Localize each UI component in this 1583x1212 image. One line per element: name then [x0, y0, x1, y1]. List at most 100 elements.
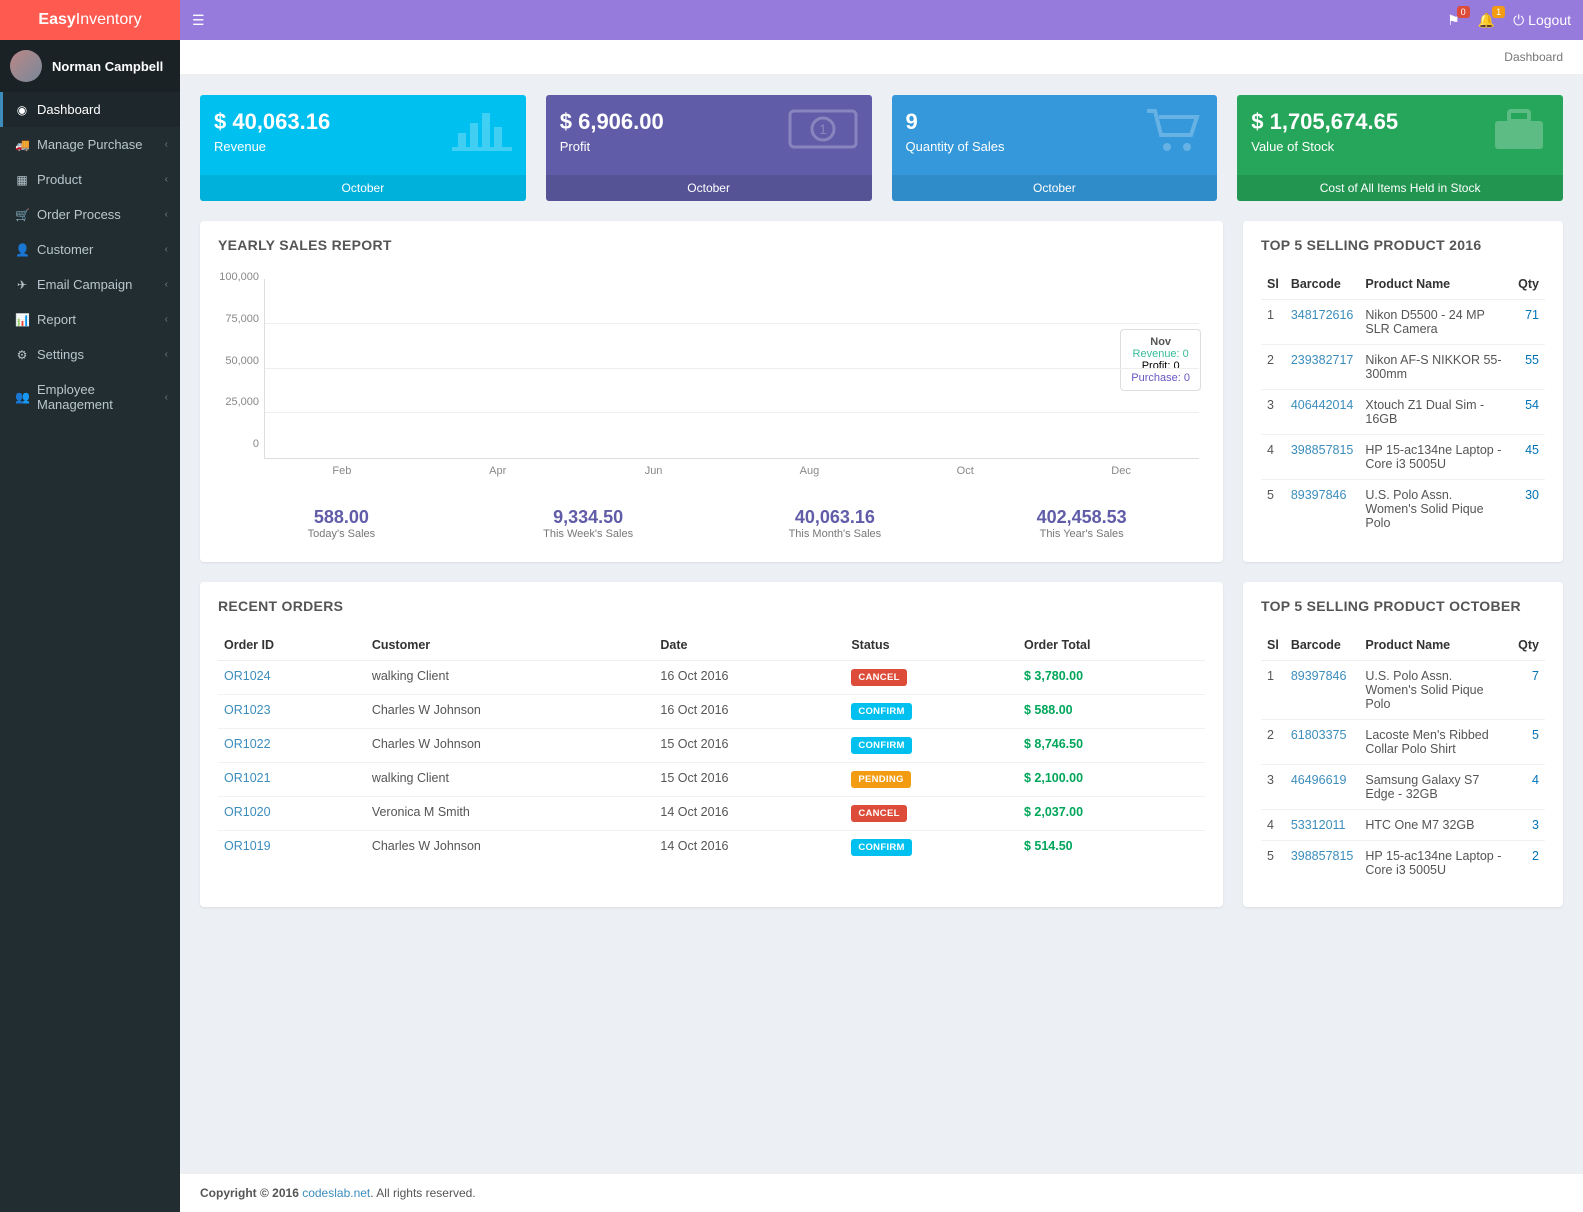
th-name: Product Name [1359, 269, 1512, 300]
order-id-link[interactable]: OR1021 [224, 771, 271, 785]
brand-light: Inventory [76, 11, 142, 28]
barcode-link[interactable]: 53312011 [1291, 818, 1346, 832]
stat-footer: October [200, 175, 526, 201]
barcode-link[interactable]: 398857815 [1291, 443, 1354, 457]
qty-link[interactable]: 54 [1512, 390, 1545, 435]
sidebar-item-label: Product [37, 172, 82, 187]
sidebar-item-report[interactable]: 📊Report‹ [0, 302, 180, 337]
sidebar-item-email-campaign[interactable]: ✈Email Campaign‹ [0, 267, 180, 302]
table-row: OR1024walking Client16 Oct 2016CANCEL$ 3… [218, 661, 1205, 695]
order-id-link[interactable]: OR1024 [224, 669, 271, 683]
footer-post: . All rights reserved. [370, 1186, 475, 1200]
stat-box-value-of-stock[interactable]: $ 1,705,674.65Value of StockCost of All … [1237, 95, 1563, 201]
barcode-link[interactable]: 239382717 [1291, 353, 1354, 367]
summary-caption: This Month's Sales [712, 528, 959, 540]
qty-link[interactable]: 71 [1512, 300, 1545, 345]
table-row: 3406442014Xtouch Z1 Dual Sim - 16GB54 [1261, 390, 1545, 435]
th-order-id: Order ID [218, 630, 366, 661]
th-date: Date [654, 630, 845, 661]
x-tick: Apr [420, 465, 576, 477]
x-tick: Dec [1043, 465, 1199, 477]
barcode-link[interactable]: 406442014 [1291, 398, 1354, 412]
table-row: 4398857815HP 15-ac134ne Laptop - Core i3… [1261, 435, 1545, 480]
sidebar-icon: 🛒 [15, 208, 29, 222]
footer-link[interactable]: codeslab.net [302, 1186, 370, 1200]
sidebar-item-customer[interactable]: 👤Customer‹ [0, 232, 180, 267]
sidebar-icon: ⚙ [15, 348, 29, 362]
sidebar-item-label: Settings [37, 347, 84, 362]
sidebar-item-manage-purchase[interactable]: 🚚Manage Purchase‹ [0, 127, 180, 162]
table-row: OR1019Charles W Johnson14 Oct 2016CONFIR… [218, 831, 1205, 865]
barcode-link[interactable]: 398857815 [1291, 849, 1354, 863]
qty-link[interactable]: 45 [1512, 435, 1545, 480]
summary-value: 402,458.53 [958, 507, 1205, 528]
summary-item: 588.00Today's Sales [218, 507, 465, 540]
qty-link[interactable]: 2 [1512, 841, 1545, 886]
stat-footer: October [546, 175, 872, 201]
table-row: 589397846U.S. Polo Assn. Women's Solid P… [1261, 480, 1545, 539]
brand-logo[interactable]: EasyInventory [0, 0, 180, 40]
qty-link[interactable]: 30 [1512, 480, 1545, 539]
sidebar-item-label: Dashboard [37, 102, 101, 117]
sidebar-item-settings[interactable]: ⚙Settings‹ [0, 337, 180, 372]
stat-box-revenue[interactable]: $ 40,063.16RevenueOctober [200, 95, 526, 201]
status-badge: CANCEL [851, 805, 906, 822]
svg-text:1: 1 [819, 121, 827, 137]
y-tick: 100,000 [219, 271, 259, 283]
th-order-total: Order Total [1018, 630, 1205, 661]
barcode-link[interactable]: 61803375 [1291, 728, 1347, 742]
qty-link[interactable]: 4 [1512, 765, 1545, 810]
user-name: Norman Campbell [52, 59, 163, 74]
th-qty: Qty [1512, 269, 1545, 300]
summary-caption: Today's Sales [218, 528, 465, 540]
table-row: 261803375Lacoste Men's Ribbed Collar Pol… [1261, 720, 1545, 765]
bar-chart-icon [452, 105, 512, 166]
tooltip-month: Nov [1131, 336, 1190, 348]
sidebar-item-employee-management[interactable]: 👥Employee Management‹ [0, 372, 180, 422]
table-row: 189397846U.S. Polo Assn. Women's Solid P… [1261, 661, 1545, 720]
sidebar-item-dashboard[interactable]: ◉Dashboard [0, 92, 180, 127]
barcode-link[interactable]: 46496619 [1291, 773, 1347, 787]
table-row: OR1023Charles W Johnson16 Oct 2016CONFIR… [218, 695, 1205, 729]
sidebar-item-order-process[interactable]: 🛒Order Process‹ [0, 197, 180, 232]
order-id-link[interactable]: OR1023 [224, 703, 271, 717]
user-panel[interactable]: Norman Campbell [0, 40, 180, 92]
th-qty: Qty [1512, 630, 1545, 661]
th-name: Product Name [1359, 630, 1512, 661]
top-month-panel: TOP 5 SELLING PRODUCT OCTOBER Sl Barcode… [1243, 582, 1563, 907]
qty-link[interactable]: 7 [1512, 661, 1545, 720]
menu-toggle-icon[interactable]: ☰ [192, 12, 205, 29]
summary-value: 9,334.50 [465, 507, 712, 528]
stat-box-quantity-of-sales[interactable]: 9Quantity of SalesOctober [892, 95, 1218, 201]
x-tick: Aug [731, 465, 887, 477]
barcode-link[interactable]: 348172616 [1291, 308, 1354, 322]
sidebar-icon: ▦ [15, 173, 29, 187]
notifications-icon[interactable]: 🔔1 [1478, 12, 1495, 29]
qty-link[interactable]: 3 [1512, 810, 1545, 841]
stat-box-profit[interactable]: $ 6,906.00Profit1October [546, 95, 872, 201]
panel-title-yearly: YEARLY SALES REPORT [218, 237, 1205, 253]
messages-icon[interactable]: ⚑0 [1447, 12, 1460, 29]
th-barcode: Barcode [1285, 269, 1360, 300]
tooltip-profit: Profit: 0 [1131, 360, 1190, 372]
chart-tooltip: Nov Revenue: 0 Profit: 0 Purchase: 0 [1120, 329, 1201, 391]
breadcrumb-text: Dashboard [1504, 50, 1563, 64]
barcode-link[interactable]: 89397846 [1291, 488, 1347, 502]
order-id-link[interactable]: OR1022 [224, 737, 271, 751]
order-id-link[interactable]: OR1020 [224, 805, 271, 819]
briefcase-icon [1489, 105, 1549, 168]
panel-title-orders: RECENT ORDERS [218, 598, 1205, 614]
th-barcode: Barcode [1285, 630, 1360, 661]
qty-link[interactable]: 55 [1512, 345, 1545, 390]
barcode-link[interactable]: 89397846 [1291, 669, 1347, 683]
sidebar-icon: ✈ [15, 278, 29, 292]
sidebar-item-product[interactable]: ▦Product‹ [0, 162, 180, 197]
sidebar-icon: 👥 [15, 390, 29, 404]
notifications-badge: 1 [1492, 6, 1505, 18]
table-row: 346496619Samsung Galaxy S7 Edge - 32GB4 [1261, 765, 1545, 810]
th-sl: Sl [1261, 630, 1285, 661]
qty-link[interactable]: 5 [1512, 720, 1545, 765]
order-id-link[interactable]: OR1019 [224, 839, 271, 853]
logout-button[interactable]: ⏻ Logout [1513, 12, 1571, 29]
footer: Copyright © 2016 codeslab.net. All right… [180, 1173, 1583, 1212]
